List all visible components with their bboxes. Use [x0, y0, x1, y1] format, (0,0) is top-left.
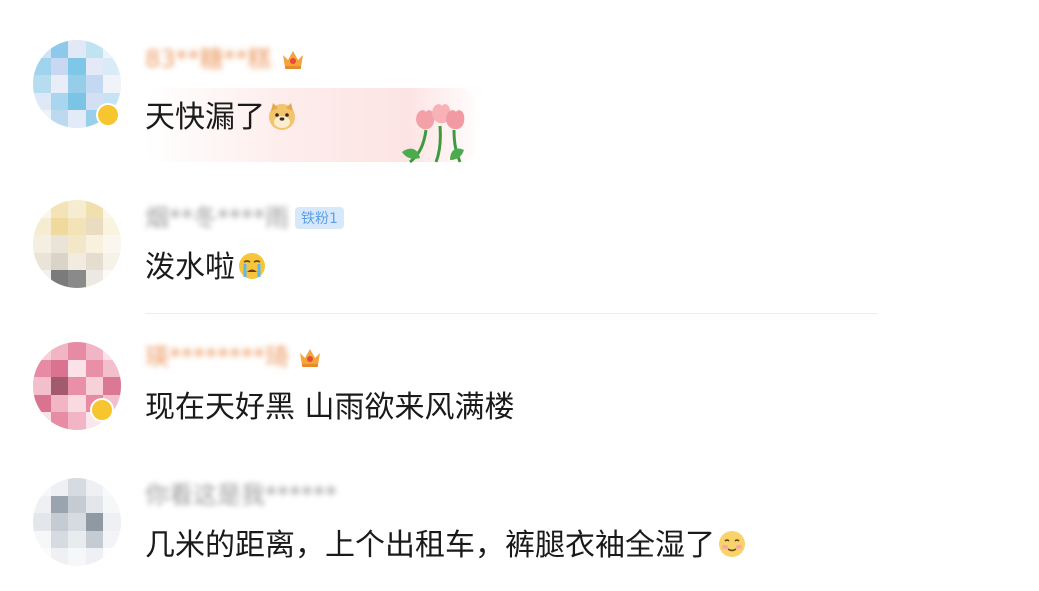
smile-emoji-icon [719, 531, 745, 557]
comment-header: 83**糖**糕 [145, 44, 306, 74]
comment-text: 几米的距离，上个出租车，裤腿衣袖全湿了 [145, 526, 747, 566]
comment-text: 天快漏了 [145, 98, 297, 138]
comment-text-content: 泼水啦 [145, 250, 235, 285]
comment-header: 瑛********琦 [145, 342, 323, 372]
comment-text-content: 现在天好黑 山雨欲来风满楼 [145, 390, 515, 425]
avatar[interactable] [33, 478, 121, 566]
comment-text-content: 几米的距离，上个出租车，裤腿衣袖全湿了 [145, 528, 715, 563]
comment-text-content: 天快漏了 [145, 100, 265, 135]
username[interactable]: 烟**冬****雨 [145, 203, 289, 233]
comment-text: 现在天好黑 山雨欲来风满楼 [145, 388, 515, 428]
comment-header: 烟**冬****雨 铁粉1 [145, 203, 344, 233]
fan-badge: 铁粉1 [295, 207, 344, 229]
comment-header: 你看这是我****** [145, 480, 337, 510]
username[interactable]: 你看这是我****** [145, 480, 337, 510]
crown-icon [300, 349, 320, 367]
tulip-icon [402, 104, 465, 164]
doge-emoji-icon [269, 103, 295, 130]
verified-badge-icon [90, 398, 114, 422]
username[interactable]: 瑛********琦 [145, 342, 289, 372]
crown-icon [282, 51, 303, 69]
divider [145, 313, 878, 314]
verified-badge-icon [96, 103, 120, 127]
username[interactable]: 83**糖**糕 [145, 44, 272, 74]
crying-emoji-icon [239, 253, 265, 279]
avatar[interactable] [33, 200, 121, 288]
comment-text: 泼水啦 [145, 248, 267, 288]
